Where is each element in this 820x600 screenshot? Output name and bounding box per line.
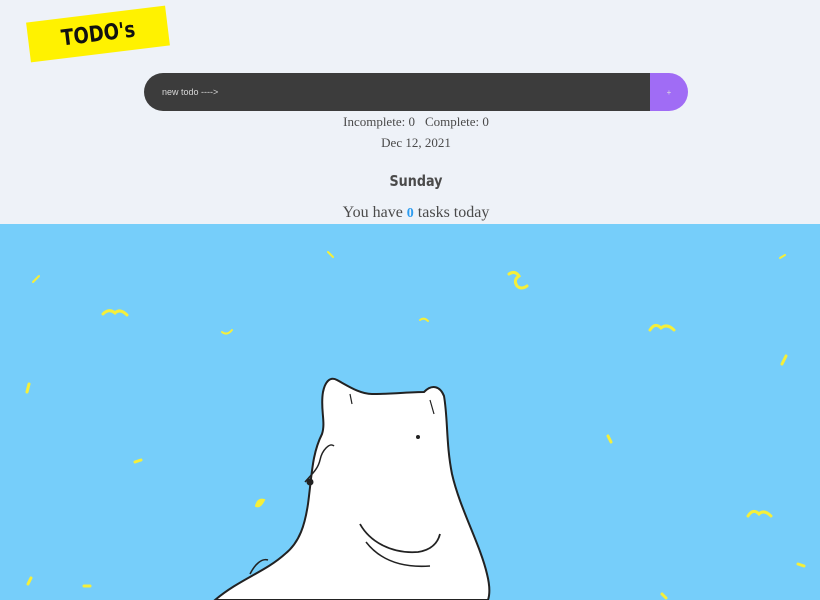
- polar-bear: [213, 377, 491, 600]
- complete-count: Complete: 0: [424, 114, 489, 129]
- tasks-suffix: tasks today: [413, 204, 490, 221]
- tasks-count: 0: [406, 206, 414, 221]
- empty-state-illustration: [0, 224, 820, 600]
- add-todo-button[interactable]: +: [650, 73, 688, 111]
- tasks-prefix: You have: [342, 204, 407, 221]
- tasks-today-message: You have 0 tasks today: [0, 204, 820, 222]
- polar-bear-illustration: [25, 251, 806, 600]
- weekday-label: Sunday: [389, 172, 443, 190]
- current-date: Dec 12, 2021: [381, 135, 451, 150]
- incomplete-count: Incomplete: 0: [343, 114, 415, 129]
- app-logo: TODO's: [26, 5, 170, 63]
- new-todo-input[interactable]: [144, 73, 650, 111]
- new-todo-form: +: [144, 73, 688, 111]
- app-logo-text: TODO's: [59, 17, 137, 51]
- todo-counts: Incomplete: 0 Complete: 0: [0, 114, 820, 130]
